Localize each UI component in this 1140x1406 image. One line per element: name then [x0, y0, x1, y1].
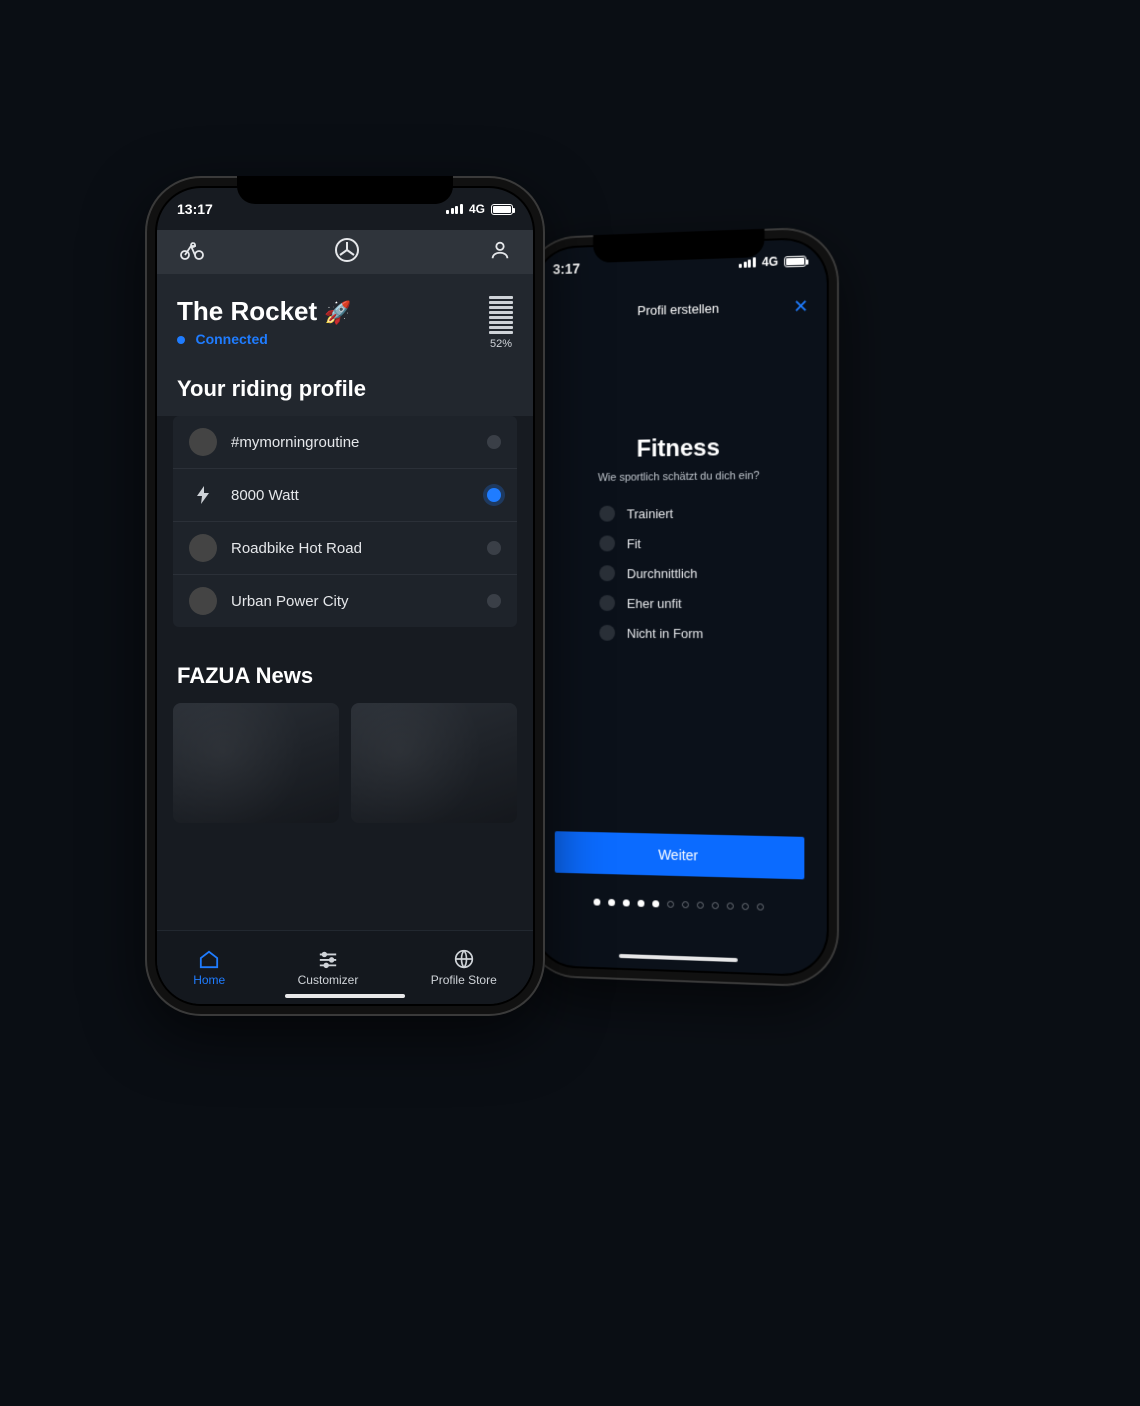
home-indicator[interactable] [619, 954, 738, 962]
dot-icon [594, 899, 601, 906]
profile-item[interactable]: Roadbike Hot Road [173, 521, 517, 574]
profile-label: #mymorningroutine [231, 434, 359, 451]
option-item[interactable]: Fit [599, 534, 757, 551]
avatar-icon [189, 587, 217, 615]
radio-icon[interactable] [487, 541, 501, 555]
battery-icon [491, 204, 513, 215]
section-riding-profile: Your riding profile [177, 350, 513, 416]
profile-item[interactable]: #mymorningroutine [173, 416, 517, 468]
battery-percent: 52% [490, 338, 512, 350]
dot-icon [667, 901, 674, 908]
radio-icon[interactable] [487, 435, 501, 449]
dot-icon [757, 903, 764, 910]
option-label: Eher unfit [627, 595, 682, 610]
signal-icon [446, 204, 463, 214]
profile-item[interactable]: 8000 Watt [173, 468, 517, 521]
dot-icon [742, 903, 749, 910]
screen-wizard: 3:17 4G Profil erstellen ✕ Fitness Wie s… [534, 239, 827, 976]
device-card: The Rocket 🚀 Connected 52% Your riding p… [157, 274, 533, 416]
option-label: Nicht in Form [627, 625, 703, 640]
news-cards [157, 703, 533, 823]
radio-icon[interactable] [599, 506, 615, 522]
profile-list: #mymorningroutine 8000 Watt Roadbike Hot… [173, 416, 517, 627]
network-label: 4G [762, 254, 778, 269]
notch [593, 229, 764, 263]
signal-icon [739, 257, 756, 268]
radio-icon[interactable] [487, 488, 501, 502]
dot-icon [682, 901, 689, 908]
top-nav [157, 230, 533, 274]
option-item[interactable]: Eher unfit [599, 595, 757, 611]
wizard-step-subtitle: Wie sportlich schätzt du dich ein? [559, 469, 801, 484]
battery-level-icon [489, 296, 513, 334]
device-battery: 52% [489, 296, 513, 350]
rocket-emoji: 🚀 [324, 300, 351, 325]
option-item[interactable]: Durchnittlich [599, 565, 757, 582]
status-time: 3:17 [553, 260, 580, 277]
news-card[interactable] [173, 703, 339, 823]
dot-icon [638, 900, 645, 907]
wizard-step-title: Fitness [559, 433, 801, 465]
continue-label: Weiter [658, 847, 698, 864]
avatar-icon [189, 534, 217, 562]
home-indicator[interactable] [285, 994, 405, 998]
news-card[interactable] [351, 703, 517, 823]
close-icon[interactable]: ✕ [793, 296, 808, 318]
radio-icon[interactable] [487, 594, 501, 608]
phone-mockup-right: 3:17 4G Profil erstellen ✕ Fitness Wie s… [522, 226, 839, 988]
tab-customizer[interactable]: Customizer [298, 949, 359, 987]
device-name-text: The Rocket [177, 296, 317, 326]
battery-icon [784, 255, 806, 267]
phone-mockup-left: 13:17 4G [145, 176, 545, 1016]
connection-dot-icon [177, 336, 185, 344]
connection-status: Connected [195, 331, 267, 347]
radio-icon[interactable] [599, 595, 615, 611]
continue-button[interactable]: Weiter [555, 831, 805, 879]
wizard-header: Profil erstellen ✕ [534, 281, 827, 329]
wizard-body: Fitness Wie sportlich schätzt du dich ei… [534, 321, 827, 642]
option-item[interactable]: Nicht in Form [599, 625, 757, 641]
profile-label: 8000 Watt [231, 487, 299, 504]
network-label: 4G [469, 202, 485, 216]
logo-icon [335, 238, 359, 262]
tab-bar: Home Customizer Profile Store [157, 930, 533, 1004]
tab-profile-store[interactable]: Profile Store [431, 949, 497, 987]
device-name: The Rocket 🚀 [177, 296, 352, 327]
option-label: Trainiert [627, 506, 673, 521]
status-right: 4G [446, 202, 513, 216]
tab-label: Profile Store [431, 973, 497, 987]
progress-dots [534, 897, 827, 913]
dot-icon [712, 902, 719, 909]
tab-label: Home [193, 973, 225, 987]
screen-home: 13:17 4G [157, 188, 533, 1004]
option-label: Durchnittlich [627, 565, 698, 580]
wizard-title-small: Profil erstellen [637, 301, 719, 318]
status-time: 13:17 [177, 201, 213, 217]
radio-icon[interactable] [599, 625, 615, 641]
dot-icon [727, 902, 734, 909]
tab-home[interactable]: Home [193, 949, 225, 987]
notch [237, 176, 453, 204]
dot-icon [623, 899, 630, 906]
avatar-icon [189, 428, 217, 456]
option-list: Trainiert Fit Durchnittlich Eher unfit N… [559, 504, 801, 642]
profile-label: Roadbike Hot Road [231, 540, 362, 557]
bolt-icon [189, 481, 217, 509]
option-item[interactable]: Trainiert [599, 504, 757, 521]
option-label: Fit [627, 536, 641, 551]
radio-icon[interactable] [599, 535, 615, 551]
radio-icon[interactable] [599, 565, 615, 581]
dot-icon [697, 902, 704, 909]
section-news: FAZUA News [157, 637, 533, 703]
dot-icon [608, 899, 615, 906]
tab-label: Customizer [298, 973, 359, 987]
bike-icon[interactable] [179, 240, 205, 260]
profile-label: Urban Power City [231, 593, 349, 610]
profile-item[interactable]: Urban Power City [173, 574, 517, 627]
dot-icon [652, 900, 659, 907]
profile-icon[interactable] [489, 239, 511, 261]
